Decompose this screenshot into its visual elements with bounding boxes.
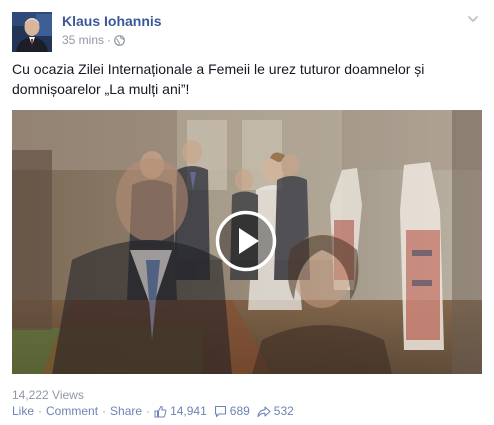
like-count[interactable]: 14,941 (154, 404, 207, 418)
action-separator: · (102, 404, 107, 418)
comment-count-value: 689 (229, 404, 250, 418)
avatar[interactable] (12, 12, 52, 52)
chevron-down-icon[interactable] (466, 12, 480, 26)
action-separator: · (38, 404, 43, 418)
comment-count[interactable]: 689 (214, 404, 250, 418)
author-name[interactable]: Klaus Iohannis (62, 13, 162, 29)
facebook-post: Klaus Iohannis 35 mins · Cu ocazia Zilei… (0, 0, 494, 425)
share-count-value: 532 (273, 404, 294, 418)
comment-icon (214, 405, 226, 417)
meta-separator: · (107, 33, 112, 47)
post-timestamp[interactable]: 35 mins (62, 33, 104, 47)
avatar-image (12, 12, 52, 52)
like-count-value: 14,941 (170, 404, 207, 418)
play-icon[interactable] (215, 210, 277, 272)
action-bar: Like · Comment · Share · 14,941 689 532 (12, 404, 294, 418)
globe-icon[interactable] (114, 34, 125, 46)
share-count[interactable]: 532 (257, 404, 294, 418)
action-separator: · (146, 404, 151, 418)
comment-link[interactable]: Comment (46, 404, 98, 418)
like-link[interactable]: Like (12, 404, 34, 418)
post-meta: 35 mins · (62, 33, 125, 47)
post-message: Cu ocazia Zilei Internaționale a Femeii … (12, 61, 425, 97)
video-player[interactable] (12, 110, 482, 374)
video-views: 14,222 Views (12, 388, 84, 402)
share-icon (257, 405, 271, 417)
thumbs-up-icon (154, 405, 167, 417)
share-link[interactable]: Share (110, 404, 142, 418)
